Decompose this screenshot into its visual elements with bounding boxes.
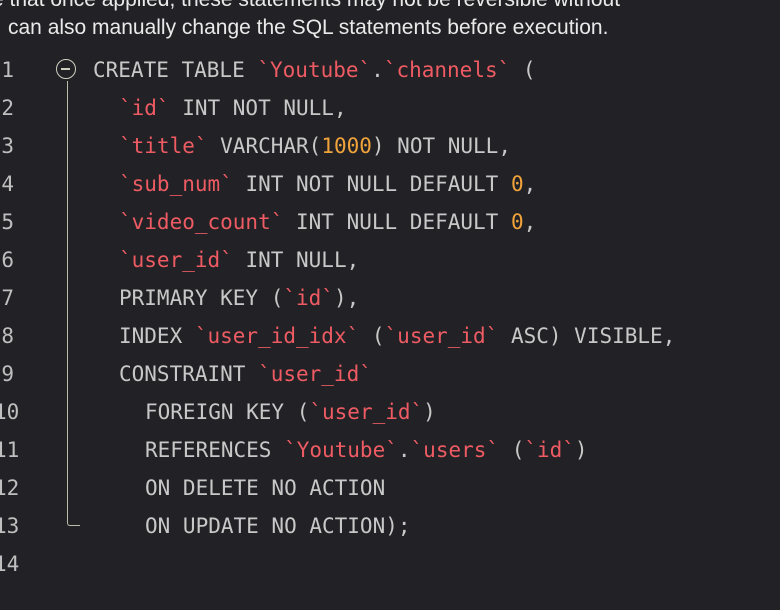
sql-keyword: ) [574,438,588,462]
sql-identifier: `user_id` [119,248,233,272]
line-number: 1 [1,58,14,82]
code-line[interactable]: 13 ON UPDATE NO ACTION); [0,507,780,545]
code-text: CONSTRAINT `user_id` [119,355,372,393]
line-number: 4 [1,172,14,196]
code-line[interactable]: 5 `video_count` INT NULL DEFAULT 0, [0,203,780,241]
sql-keyword: ON UPDATE NO ACTION); [145,514,411,538]
code-text: PRIMARY KEY (`id`), [119,279,359,317]
code-line[interactable]: 6 `user_id` INT NULL, [0,241,780,279]
code-line[interactable]: 14 [0,545,780,583]
sql-identifier: `user_id` [384,324,499,348]
warning-text-line-1: e that once applied, these statements ma… [0,0,620,13]
sql-keyword: INDEX [119,324,195,348]
sql-identifier: `id` [119,96,170,120]
sql-identifier: `user_id` [309,400,424,424]
line-number: 7 [1,286,14,310]
warning-text-line-2: can also manually change the SQL stateme… [8,16,609,39]
sql-keyword: REFERENCES [145,438,285,462]
line-number: 13 [0,514,20,538]
code-text: ON UPDATE NO ACTION); [145,507,411,545]
line-number: 10 [0,400,20,424]
line-number: 14 [0,552,20,576]
sql-keyword: INT NULL DEFAULT [283,210,511,234]
sql-keyword: ON DELETE NO ACTION [145,476,386,500]
code-text: `title` VARCHAR(1000) NOT NULL, [119,127,511,165]
sql-identifier: `id` [524,438,575,462]
line-number: 2 [1,96,14,120]
sql-identifier: `sub_num` [119,172,233,196]
code-line[interactable]: 12 ON DELETE NO ACTION [0,469,780,507]
code-line[interactable]: 7 PRIMARY KEY (`id`), [0,279,780,317]
code-text: `user_id` INT NULL, [119,241,359,279]
sql-preview-panel: e that once applied, these statements ma… [0,0,780,610]
line-number: 11 [0,438,20,462]
line-number: 6 [1,248,14,272]
sql-keyword: . [397,438,411,462]
line-number: 8 [1,324,14,348]
code-line[interactable]: 4 `sub_num` INT NOT NULL DEFAULT 0, [0,165,780,203]
sql-identifier: `user_id_idx` [194,324,360,348]
code-text: FOREIGN KEY (`user_id`) [145,393,436,431]
code-text: `sub_num` INT NOT NULL DEFAULT 0, [119,165,536,203]
sql-number: 0 [510,172,524,196]
sql-keyword: ) NOT NULL, [371,134,511,158]
code-line[interactable]: 2 `id` INT NOT NULL, [0,89,780,127]
sql-number: 1000 [321,134,372,158]
code-line[interactable]: 1 CREATE TABLE `Youtube`.`channels` ( [0,51,780,89]
code-line[interactable]: 11 REFERENCES `Youtube`.`users` (`id`) [0,431,780,469]
sql-identifier: `user_id` [258,362,372,386]
code-text: `video_count` INT NULL DEFAULT 0, [119,203,536,241]
sql-keyword: ), [333,286,360,310]
sql-identifier: `channels` [383,58,511,82]
sql-identifier: `title` [119,134,208,158]
sql-identifier: `id` [283,286,334,310]
sql-keyword: INT NOT NULL, [169,96,347,120]
code-text: INDEX `user_id_idx` (`user_id` ASC) VISI… [119,317,675,355]
sql-keyword: ASC) VISIBLE, [498,324,676,348]
sql-keyword: ( [359,324,385,348]
line-number: 9 [1,362,14,386]
code-text: ON DELETE NO ACTION [145,469,385,507]
code-line[interactable]: 9 CONSTRAINT `user_id` [0,355,780,393]
code-line[interactable]: 10 FOREIGN KEY (`user_id`) [0,393,780,431]
line-number: 3 [1,134,14,158]
sql-identifier: `Youtube` [257,58,372,82]
sql-identifier: `Youtube` [284,438,398,462]
sql-keyword: ( [510,58,536,82]
sql-keyword: INT NOT NULL DEFAULT [232,172,511,196]
sql-keyword: PRIMARY KEY ( [119,286,284,310]
sql-number: 0 [510,210,524,234]
sql-keyword: CREATE TABLE [93,58,258,82]
sql-keyword: , [523,210,537,234]
sql-keyword: FOREIGN KEY ( [145,400,310,424]
sql-keyword: . [371,58,384,82]
code-text: CREATE TABLE `Youtube`.`channels` ( [93,51,536,89]
code-line[interactable]: 8 INDEX `user_id_idx` (`user_id` ASC) VIS… [0,317,780,355]
code-text: REFERENCES `Youtube`.`users` (`id`) [145,431,588,469]
sql-keyword: , [523,172,537,196]
sql-keyword: INT NULL, [232,248,360,272]
code-line[interactable]: 3 `title` VARCHAR(1000) NOT NULL, [0,127,780,165]
sql-identifier: `video_count` [119,210,284,234]
sql-identifier: `users` [410,438,500,462]
line-number: 5 [1,210,14,234]
sql-keyword: CONSTRAINT [119,362,259,386]
sql-keyword: ( [499,438,525,462]
sql-keyword: ) [423,400,436,424]
line-number: 12 [0,476,20,500]
sql-keyword: VARCHAR( [207,134,322,158]
code-text: `id` INT NOT NULL, [119,89,347,127]
